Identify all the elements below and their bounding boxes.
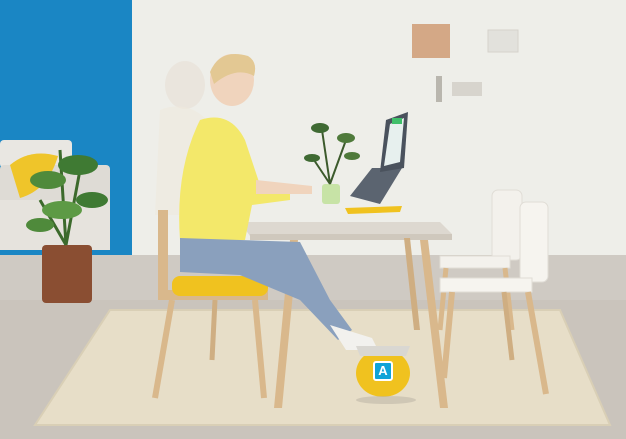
plant-leaf-2 xyxy=(30,171,66,189)
plant-leaf-1 xyxy=(58,155,98,175)
table-edge xyxy=(250,234,452,240)
table-plant-leaf-2 xyxy=(337,133,355,143)
photo-frame: A xyxy=(0,0,626,439)
wall-frame-3 xyxy=(452,82,482,96)
scene-illustration xyxy=(0,0,626,439)
wall-hook xyxy=(436,76,442,102)
wall-frame-2 xyxy=(487,29,519,53)
table-plant-pot xyxy=(322,184,340,204)
rug xyxy=(35,310,610,425)
wall-frame-1 xyxy=(412,24,450,58)
footrest-top xyxy=(356,346,410,356)
table-top xyxy=(240,222,452,236)
footrest-shadow xyxy=(356,396,416,404)
ghost-head xyxy=(165,61,205,109)
plant-leaf-3 xyxy=(42,201,82,219)
callout-badge-a: A xyxy=(373,361,393,381)
plant-leaf-4 xyxy=(76,192,108,208)
table-plant-leaf-3 xyxy=(304,154,320,162)
table-plant-leaf-4 xyxy=(344,152,360,160)
laptop-screen-header xyxy=(392,118,402,124)
table-plant-leaf-1 xyxy=(311,123,329,133)
plant-leaf-5 xyxy=(26,218,54,232)
plant-pot xyxy=(42,245,92,303)
